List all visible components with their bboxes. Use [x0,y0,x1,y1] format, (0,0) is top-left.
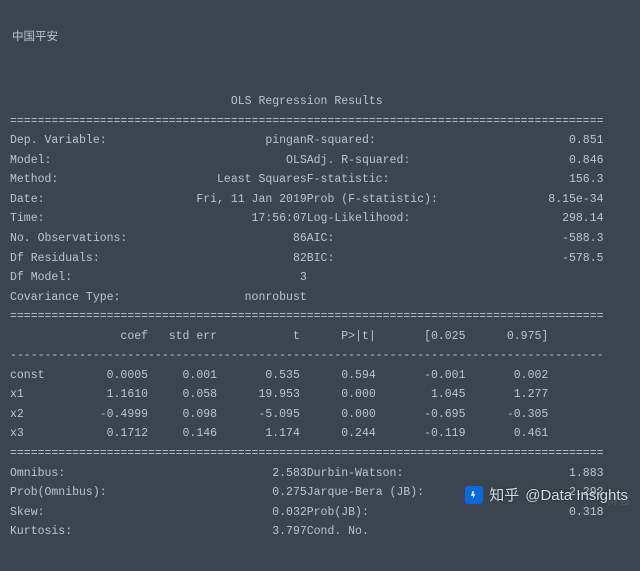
ols-report-block: OLS Regression Results =================… [10,73,630,542]
ols-output: 中国平安 OLS Regression Results ============… [0,0,640,571]
heading-cn: 中国平安 [10,28,630,54]
